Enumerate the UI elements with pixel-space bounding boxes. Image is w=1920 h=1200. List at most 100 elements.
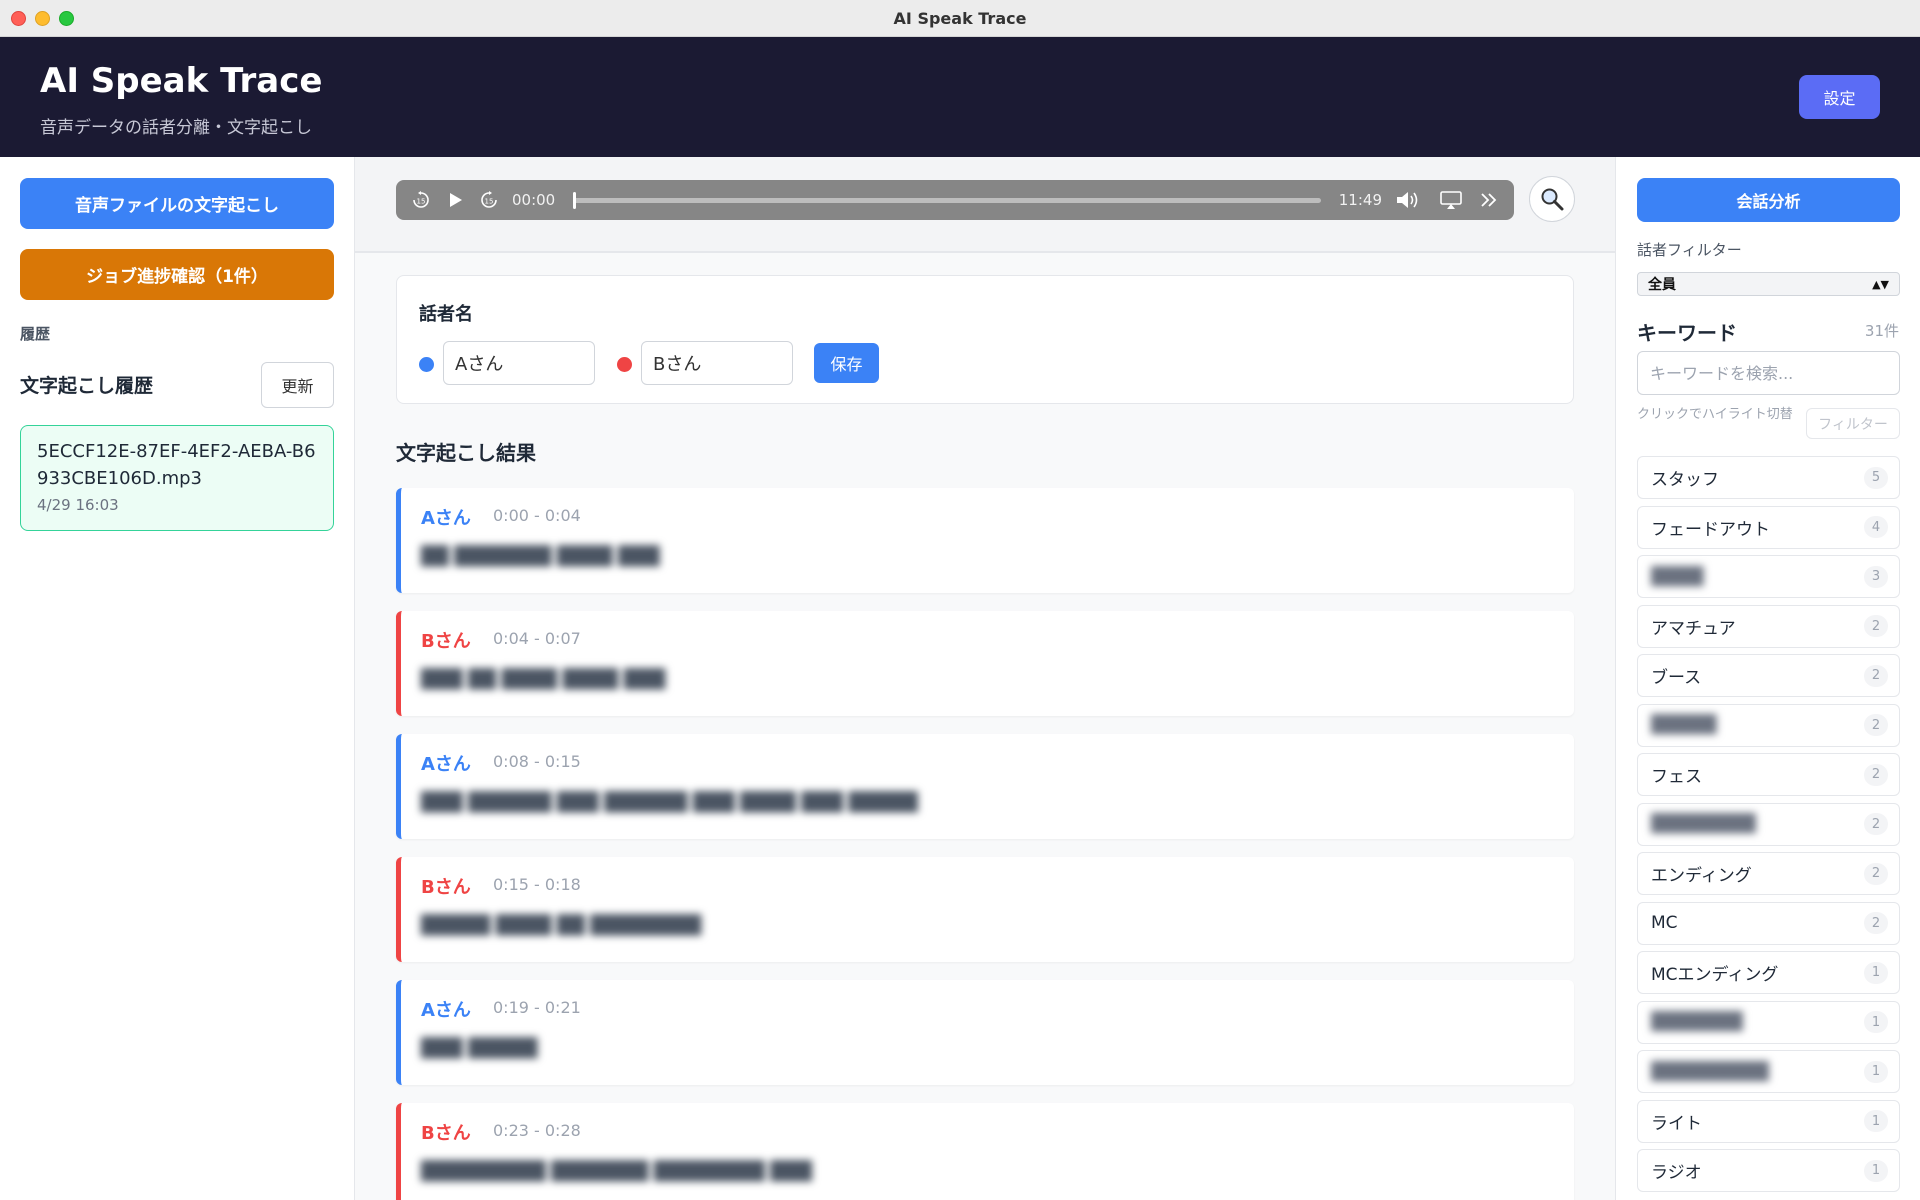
right-panel: 会話分析 話者フィルター 全員 ▲▼ キーワード 31件 クリックでハイライト切… <box>1615 157 1920 1200</box>
save-speakers-button[interactable]: 保存 <box>814 343 879 383</box>
keyword-list: スタッフ 5 フェードアウト 4 ████ 3 アマチュア 2 ブース 2 █████ 2 … <box>1637 456 1900 1199</box>
speaker-filter-label: 話者フィルター <box>1637 241 1742 259</box>
speaker-b-input[interactable] <box>641 341 793 385</box>
keyword-item[interactable]: ███████ 1 <box>1637 1000 1900 1044</box>
refresh-button[interactable]: 更新 <box>261 362 334 408</box>
keyword-count-badge: 2 <box>1864 862 1888 885</box>
keyword-name: スタッフ <box>1651 470 1719 490</box>
keyword-count-badge: 2 <box>1864 813 1888 835</box>
left-sidebar: 音声ファイルの文字起こし ジョブ進捗確認（1件） 履歴 文字起こし履歴 更新 5… <box>0 157 355 1200</box>
keyword-item[interactable]: フェス 2 <box>1637 753 1900 796</box>
keyword-count-badge: 2 <box>1864 912 1888 934</box>
keywords-title: キーワード <box>1637 321 1737 345</box>
app-title: AI Speak Trace <box>40 61 323 101</box>
transcript-segment[interactable]: Aさん 0:19 - 0:21 ███ █████ <box>396 980 1574 1085</box>
segment-text: ███ ██ ████ ████ ███ <box>421 669 666 690</box>
search-icon[interactable] <box>1529 176 1575 222</box>
history-title: 文字起こし履歴 <box>20 375 154 397</box>
transcript-segment[interactable]: Aさん 0:08 - 0:15 ███ ██████ ███ ██████ ██… <box>396 734 1574 839</box>
keyword-name: フェードアウト <box>1651 519 1770 540</box>
transcript-segment[interactable]: Bさん 0:15 - 0:18 █████ ████ ██ ████████ <box>396 857 1574 962</box>
segment-speaker: Aさん <box>421 1000 471 1021</box>
keyword-count-badge: 4 <box>1864 516 1888 538</box>
play-icon[interactable] <box>444 189 466 211</box>
conversation-analysis-button[interactable]: 会話分析 <box>1637 178 1900 222</box>
speaker-b-color-dot <box>617 357 632 372</box>
keyword-count-badge: 2 <box>1864 664 1888 687</box>
transcript-segment[interactable]: Aさん 0:00 - 0:04 ██ ███████ ████ ███ <box>396 488 1574 593</box>
forward-15-icon[interactable]: 15 <box>478 189 500 211</box>
duration: 11:49 <box>1338 191 1382 209</box>
settings-button[interactable]: 設定 <box>1799 75 1880 119</box>
volume-icon[interactable] <box>1394 189 1424 211</box>
select-arrows-icon: ▲▼ <box>1872 277 1889 291</box>
window-titlebar: AI Speak Trace <box>0 0 1920 37</box>
keyword-name: ラジオ <box>1651 1163 1702 1183</box>
playback-slider[interactable] <box>573 191 1321 209</box>
keyword-item[interactable]: ████ 3 <box>1637 555 1900 598</box>
history-item[interactable]: 5ECCF12E-87EF-4EF2-AEBA-B6933CBE106D.mp3… <box>20 425 334 531</box>
keyword-name: ライト <box>1651 1113 1702 1134</box>
svg-text:15: 15 <box>485 198 494 206</box>
double-chevron-icon[interactable] <box>1478 189 1500 211</box>
keyword-count-badge: 2 <box>1864 615 1888 637</box>
segment-text: █████████ ███████ ████████ ███ <box>421 1161 812 1182</box>
window-title: AI Speak Trace <box>893 8 1027 28</box>
segment-time: 0:00 - 0:04 <box>493 506 581 525</box>
segment-time: 0:08 - 0:15 <box>493 752 581 771</box>
keyword-count-badge: 2 <box>1864 763 1888 786</box>
keyword-item[interactable]: スタッフ 5 <box>1637 456 1900 499</box>
zoom-window-button[interactable] <box>59 11 74 26</box>
app-header: AI Speak Trace 音声データの話者分離・文字起こし 設定 <box>0 37 1920 157</box>
keyword-name: フェス <box>1651 767 1702 787</box>
speaker-a-input[interactable] <box>443 341 595 385</box>
keyword-item[interactable]: MCエンディング 1 <box>1637 951 1900 994</box>
keywords-count: 31件 <box>1864 322 1899 340</box>
speaker-filter-select[interactable]: 全員 ▲▼ <box>1637 272 1900 296</box>
segment-time: 0:19 - 0:21 <box>493 998 581 1017</box>
segment-text: ███ ██████ ███ ██████ ███ ████ ███ █████ <box>421 792 918 813</box>
transcribe-audio-button[interactable]: 音声ファイルの文字起こし <box>20 178 334 229</box>
keyword-item[interactable]: ブース 2 <box>1637 654 1900 697</box>
app-subtitle: 音声データの話者分離・文字起こし <box>40 118 312 138</box>
keyword-count-badge: 3 <box>1864 565 1888 588</box>
keyword-count-badge: 1 <box>1864 1159 1888 1182</box>
keyword-name: ブース <box>1651 668 1702 688</box>
keyword-name: MC <box>1651 913 1678 933</box>
keyword-name: ████ <box>1651 566 1704 587</box>
transcript-segment[interactable]: Bさん 0:04 - 0:07 ███ ██ ████ ████ ███ <box>396 611 1574 716</box>
airplay-icon[interactable] <box>1436 189 1466 211</box>
close-window-button[interactable] <box>11 11 26 26</box>
keyword-count-badge: 5 <box>1864 466 1888 489</box>
rewind-15-icon[interactable]: 15 <box>410 189 432 211</box>
keyword-search-input[interactable] <box>1637 351 1900 395</box>
speaker-names-title: 話者名 <box>419 304 473 325</box>
keyword-item[interactable]: █████████ 1 <box>1637 1050 1900 1093</box>
keyword-name: █████ <box>1651 715 1717 735</box>
keyword-item[interactable]: アマチュア 2 <box>1637 604 1900 648</box>
segment-speaker: Aさん <box>421 508 471 529</box>
keyword-item[interactable]: █████ 2 <box>1637 703 1900 747</box>
keyword-name: █████████ <box>1651 1061 1769 1082</box>
keyword-item[interactable]: ████████ 2 <box>1637 802 1900 846</box>
segment-text: ███ █████ <box>421 1038 538 1059</box>
keyword-count-badge: 1 <box>1864 961 1888 984</box>
segment-speaker: Bさん <box>421 1123 471 1144</box>
keyword-item[interactable]: ラジオ 1 <box>1637 1149 1900 1192</box>
speaker-a-color-dot <box>419 357 434 372</box>
keyword-name: ███████ <box>1651 1012 1743 1032</box>
keyword-filter-button[interactable]: フィルター <box>1806 408 1900 439</box>
minimize-window-button[interactable] <box>35 11 50 26</box>
keyword-item[interactable]: ライト 1 <box>1637 1099 1900 1143</box>
history-date: 4/29 16:03 <box>37 496 119 514</box>
segment-speaker: Bさん <box>421 877 471 898</box>
keyword-name: MCエンディング <box>1651 965 1779 985</box>
job-progress-button[interactable]: ジョブ進捗確認（1件） <box>20 249 334 300</box>
svg-text:15: 15 <box>417 198 426 206</box>
keyword-item[interactable]: MC 2 <box>1637 901 1900 945</box>
keyword-item[interactable]: フェードアウト 4 <box>1637 505 1900 549</box>
keyword-count-badge: 1 <box>1864 1011 1888 1033</box>
keyword-count-badge: 1 <box>1864 1110 1888 1132</box>
keyword-item[interactable]: エンディング 2 <box>1637 852 1900 895</box>
transcript-segment[interactable]: Bさん 0:23 - 0:28 █████████ ███████ ██████… <box>396 1103 1574 1200</box>
